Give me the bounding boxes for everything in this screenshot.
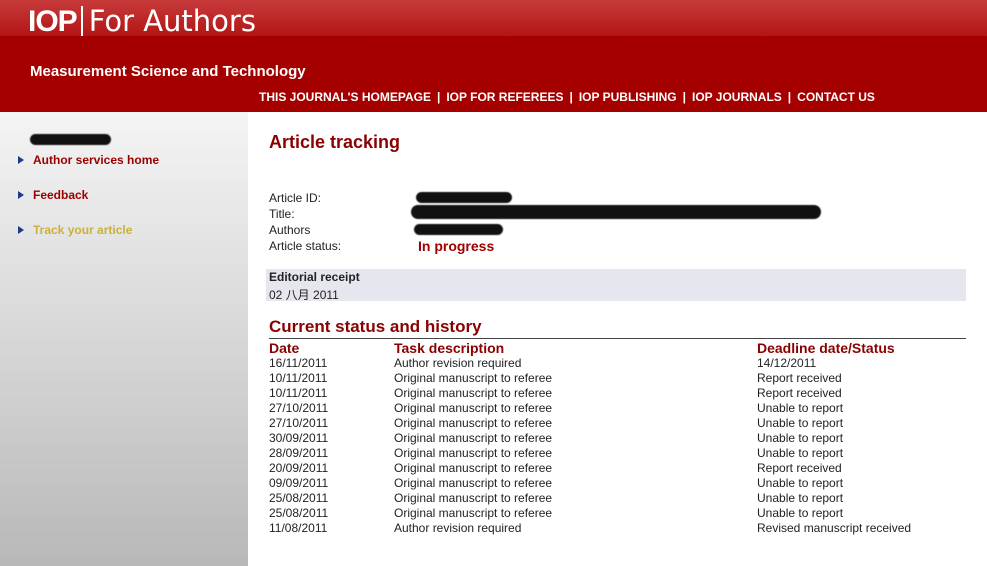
row-date: 10/11/2011	[269, 386, 328, 400]
nav-divider: |	[436, 90, 441, 104]
row-date: 25/08/2011	[269, 491, 329, 505]
table-row: 09/09/2011 Original manuscript to referee…	[269, 476, 966, 491]
top-navigation: THIS JOURNAL'S HOMEPAGE | IOP FOR REFEREES…	[259, 90, 875, 104]
nav-contact-us[interactable]: CONTACT US	[797, 90, 875, 104]
nav-journal-homepage[interactable]: THIS JOURNAL'S HOMEPAGE	[259, 90, 431, 104]
nav-iop-publishing[interactable]: IOP PUBLISHING	[579, 90, 677, 104]
row-task: Original manuscript to referee	[394, 491, 553, 505]
row-date: 20/09/2011	[269, 461, 329, 475]
bullet-arrow-icon	[18, 226, 24, 234]
nav-divider: |	[569, 90, 573, 104]
sidebar-item-author-services[interactable]: Author services home	[18, 153, 159, 167]
redacted-authors	[414, 224, 503, 235]
table-row: 16/11/2011 Author revision required 14/12/…	[269, 356, 966, 371]
row-task: Author revision required	[394, 356, 522, 370]
sidebar-item-track-article[interactable]: Track your article	[18, 223, 132, 237]
logo-separator	[80, 6, 83, 36]
authors-label: Authors	[269, 223, 311, 237]
row-date: 11/08/2011	[269, 521, 328, 535]
row-date: 16/11/2011	[269, 356, 328, 370]
redacted-article-id	[416, 192, 512, 203]
sidebar-item-feedback[interactable]: Feedback	[18, 188, 88, 202]
row-status: Report received	[757, 461, 842, 475]
row-task: Original manuscript to referee	[394, 446, 553, 460]
nav-iop-journals[interactable]: IOP JOURNALS	[692, 90, 782, 104]
sidebar-link-track-article[interactable]: Track your article	[33, 223, 132, 237]
editorial-receipt-label: Editorial receipt	[269, 270, 360, 284]
nav-divider: |	[682, 90, 686, 104]
row-status: Unable to report	[757, 416, 844, 430]
row-task: Author revision required	[394, 521, 522, 535]
table-row: 30/09/2011 Original manuscript to referee…	[269, 431, 966, 446]
row-status: Revised manuscript received	[757, 521, 912, 535]
table-row: 27/10/2011 Original manuscript to referee…	[269, 416, 966, 431]
row-task: Original manuscript to referee	[394, 416, 553, 430]
redacted-title	[411, 205, 821, 219]
row-date: 27/10/2011	[269, 401, 329, 415]
bullet-arrow-icon	[18, 191, 24, 199]
sidebar-link-feedback[interactable]: Feedback	[33, 188, 88, 202]
editorial-receipt-date: 02 八月 2011	[269, 288, 339, 302]
table-row: 25/08/2011 Original manuscript to referee…	[269, 506, 966, 521]
logo-iop: IOP	[28, 5, 78, 38]
journal-title: Measurement Science and Technology	[30, 63, 306, 80]
table-row: 10/11/2011 Original manuscript to referee…	[269, 371, 966, 386]
table-row: 10/11/2011 Original manuscript to referee…	[269, 386, 966, 401]
sidebar-link-author-services[interactable]: Author services home	[33, 153, 159, 167]
row-date: 09/09/2011	[269, 476, 329, 490]
table-row: 11/08/2011 Author revision required Revise…	[269, 521, 966, 536]
row-status: Report received	[757, 371, 842, 385]
column-header-task: Task description	[394, 340, 505, 356]
main-content: Article tracking Article ID: Title: Auth…	[248, 112, 987, 566]
table-row: 25/08/2011 Original manuscript to referee…	[269, 491, 966, 506]
row-status: Unable to report	[757, 446, 844, 460]
redacted-username	[30, 134, 111, 145]
history-divider	[269, 338, 966, 339]
site-header: IOP For Authors Measurement Science and T…	[0, 0, 987, 112]
row-task: Original manuscript to referee	[394, 506, 553, 520]
nav-iop-for-referees[interactable]: IOP FOR REFEREES	[446, 90, 563, 104]
column-header-deadline: Deadline date/Status	[757, 340, 895, 356]
row-status: Report received	[757, 386, 842, 400]
sidebar: Author services home Feedback Track your…	[0, 112, 248, 566]
row-task: Original manuscript to referee	[394, 401, 553, 415]
row-status: Unable to report	[757, 431, 844, 445]
row-status: Unable to report	[757, 491, 844, 505]
status-label: Article status:	[269, 239, 342, 253]
row-status: 14/12/2011	[757, 356, 817, 370]
row-status: Unable to report	[757, 476, 844, 490]
article-id-label: Article ID:	[269, 191, 322, 205]
row-date: 10/11/2011	[269, 371, 328, 385]
bullet-arrow-icon	[18, 156, 24, 164]
row-status: Unable to report	[757, 401, 844, 415]
row-date: 27/10/2011	[269, 416, 329, 430]
history-title: Current status and history	[269, 317, 482, 336]
row-task: Original manuscript to referee	[394, 476, 553, 490]
page-title: Article tracking	[269, 132, 401, 152]
row-task: Original manuscript to referee	[394, 386, 553, 400]
logo-for-authors: For Authors	[88, 4, 256, 38]
table-row: 27/10/2011 Original manuscript to referee…	[269, 401, 966, 416]
row-date: 30/09/2011	[269, 431, 329, 445]
column-header-date: Date	[269, 340, 300, 356]
row-status: Unable to report	[757, 506, 844, 520]
status-value: In progress	[418, 238, 495, 254]
row-task: Original manuscript to referee	[394, 431, 553, 445]
row-task: Original manuscript to referee	[394, 461, 553, 475]
row-task: Original manuscript to referee	[394, 371, 553, 385]
table-row: 20/09/2011 Original manuscript to referee…	[269, 461, 966, 476]
nav-divider: |	[787, 90, 792, 104]
table-row: 28/09/2011 Original manuscript to referee…	[269, 446, 966, 461]
site-logo[interactable]: IOP For Authors	[28, 4, 256, 39]
title-label: Title:	[269, 207, 295, 221]
row-date: 28/09/2011	[269, 446, 329, 460]
row-date: 25/08/2011	[269, 506, 329, 520]
editorial-receipt-box: Editorial receipt 02 八月 2011	[266, 269, 966, 302]
